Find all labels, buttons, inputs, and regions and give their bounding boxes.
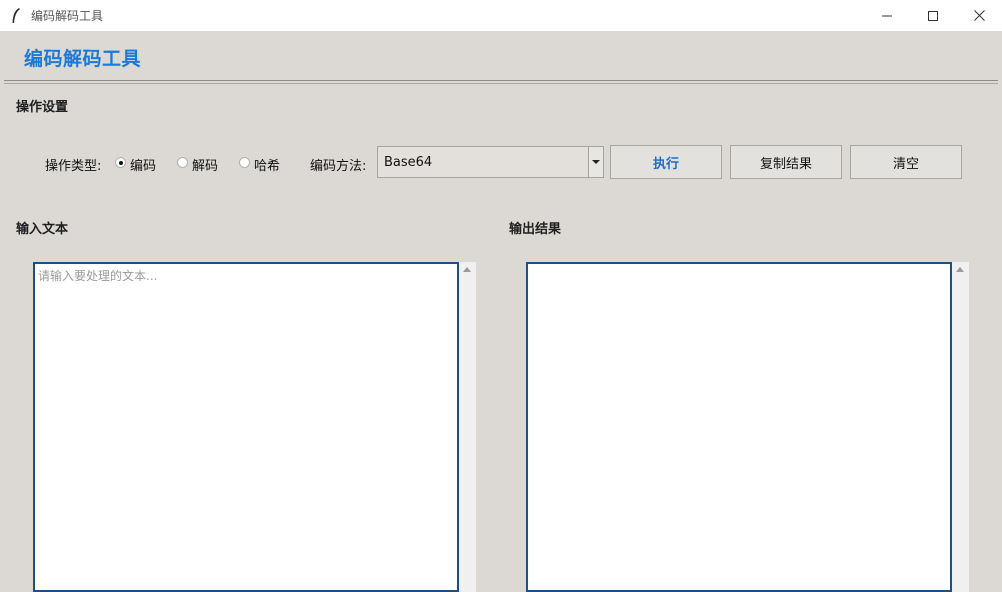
window-titlebar: 编码解码工具 [0, 0, 1002, 31]
feather-icon [12, 8, 20, 23]
scroll-up-arrow-icon[interactable] [463, 267, 471, 272]
minimize-icon [882, 15, 892, 16]
copy-result-button[interactable]: 复制结果 [730, 145, 842, 179]
header-divider [4, 80, 998, 81]
input-textarea[interactable]: 请输入要处理的文本... [33, 262, 459, 592]
app-title: 编码解码工具 [24, 48, 142, 70]
window-title: 编码解码工具 [31, 9, 104, 23]
method-label: 编码方法: [310, 159, 367, 174]
input-placeholder: 请输入要处理的文本... [38, 269, 158, 283]
close-button[interactable] [956, 0, 1002, 31]
input-section-title: 输入文本 [16, 222, 69, 237]
radio-decode[interactable] [177, 157, 188, 168]
settings-section-title: 操作设置 [16, 100, 69, 115]
output-textarea[interactable] [526, 262, 952, 592]
input-scrollbar[interactable] [459, 262, 476, 592]
scroll-up-arrow-icon[interactable] [956, 267, 964, 272]
output-scrollbar[interactable] [952, 262, 969, 592]
dropdown-arrow-icon[interactable] [588, 147, 603, 177]
radio-hash[interactable] [239, 157, 250, 168]
radio-encode-label[interactable]: 编码 [130, 155, 156, 174]
radio-hash-label[interactable]: 哈希 [254, 155, 280, 174]
clear-button[interactable]: 清空 [850, 145, 962, 179]
maximize-button[interactable] [910, 0, 956, 31]
minimize-button[interactable] [864, 0, 910, 31]
method-select-value: Base64 [384, 155, 433, 170]
radio-encode[interactable] [115, 157, 126, 168]
execute-button[interactable]: 执行 [610, 145, 722, 179]
close-icon [973, 10, 985, 21]
header-divider-shadow [4, 83, 998, 84]
output-section-title: 输出结果 [509, 222, 562, 237]
method-select[interactable]: Base64 [377, 146, 604, 178]
maximize-icon [928, 10, 938, 21]
radio-decode-label[interactable]: 解码 [192, 155, 218, 174]
operation-type-label: 操作类型: [45, 159, 102, 174]
